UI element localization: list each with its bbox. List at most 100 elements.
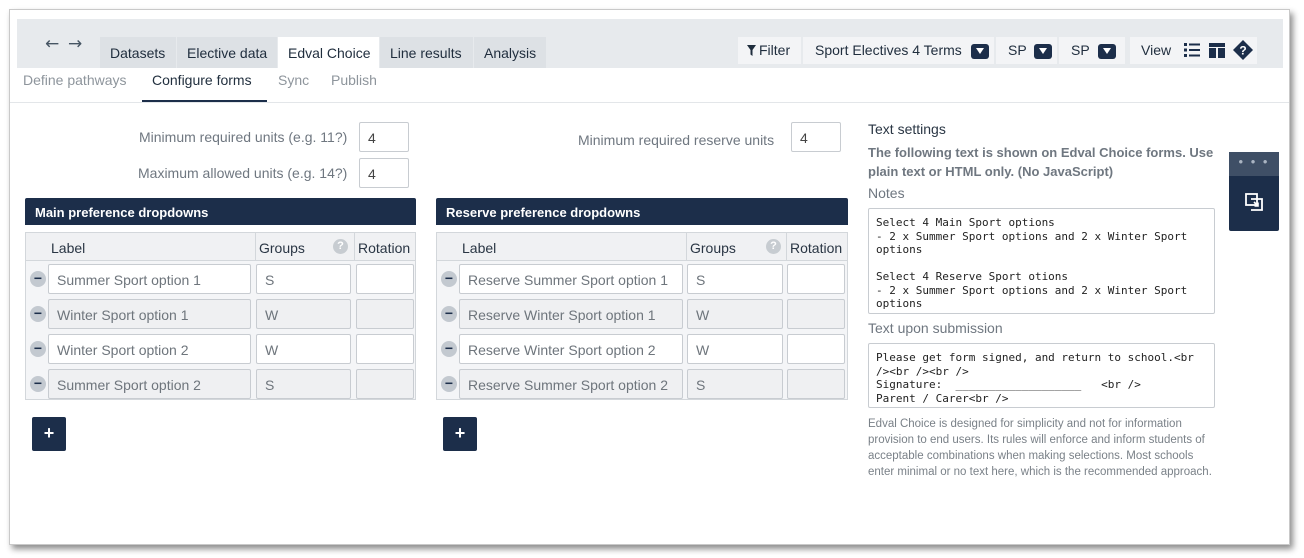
row-label-input[interactable]: Winter Sport option 1 <box>48 299 251 329</box>
tab-analysis[interactable]: Analysis <box>474 37 546 68</box>
max-units-input[interactable]: 4 <box>359 158 409 188</box>
minus-icon[interactable]: − <box>441 376 457 392</box>
minus-icon[interactable]: − <box>30 376 46 392</box>
minus-icon[interactable]: − <box>30 341 46 357</box>
row-label-input[interactable]: Reserve Winter Sport option 1 <box>459 299 683 329</box>
column-divider <box>255 233 256 261</box>
tab-edval-choice[interactable]: Edval Choice <box>278 37 379 68</box>
row-group-input[interactable]: W <box>687 334 783 364</box>
filter-label: Filter <box>759 42 791 58</box>
arrow-left-icon[interactable]: ← <box>45 34 59 54</box>
text-settings-footnote: Edval Choice is designed for simplicity … <box>868 418 1212 478</box>
subtab-define-pathways[interactable]: Define pathways <box>23 72 127 88</box>
main-preference-table: Label Groups ? Rotation − Summer Sport o… <box>25 232 416 400</box>
row-label-input[interactable]: Summer Sport option 2 <box>48 369 251 399</box>
table-row: − Reserve Winter Sport option 1 W <box>437 296 847 331</box>
divider <box>10 102 1289 103</box>
minus-icon[interactable]: − <box>441 271 457 287</box>
row-label-input[interactable]: Reserve Summer Sport option 1 <box>459 264 683 294</box>
notes-label: Notes <box>868 185 905 201</box>
column-rotation: Rotation <box>790 240 843 256</box>
add-main-row-button[interactable]: + <box>32 417 66 451</box>
minus-icon[interactable]: − <box>441 341 457 357</box>
subtab-configure-forms[interactable]: Configure forms <box>152 72 252 88</box>
list-icon[interactable] <box>1184 43 1200 57</box>
row-rotation-input[interactable] <box>787 334 845 364</box>
row-label-input[interactable]: Reserve Winter Sport option 2 <box>459 334 683 364</box>
row-rotation-input[interactable] <box>356 334 414 364</box>
minus-icon[interactable]: − <box>441 306 457 322</box>
table-row: − Summer Sport option 2 S <box>26 366 415 401</box>
row-rotation-input[interactable] <box>787 264 845 294</box>
row-rotation-input[interactable] <box>356 369 414 399</box>
row-group-input[interactable]: S <box>256 369 351 399</box>
notes-textarea[interactable]: Select 4 Main Sport options - 2 x Summer… <box>868 208 1215 314</box>
table-icon[interactable] <box>1209 43 1225 58</box>
minus-icon[interactable]: − <box>30 306 46 322</box>
svg-text:?: ? <box>1239 44 1246 58</box>
submission-textarea[interactable]: Please get form signed, and return to sc… <box>868 343 1215 408</box>
row-group-input[interactable]: W <box>256 299 351 329</box>
filter-button[interactable]: Filter <box>738 37 801 64</box>
column-divider <box>786 233 787 261</box>
max-units-label: Maximum allowed units (e.g. 14?) <box>138 165 348 181</box>
table-row: − Reserve Summer Sport option 1 S <box>437 261 847 296</box>
min-units-input[interactable]: 4 <box>359 122 409 152</box>
table-row: − Reserve Winter Sport option 2 W <box>437 331 847 366</box>
help-icon[interactable]: ? <box>766 239 781 254</box>
reserve-panel-header: Reserve preference dropdowns <box>436 198 848 225</box>
add-reserve-row-button[interactable]: + <box>443 417 477 451</box>
column-groups: Groups <box>259 240 305 256</box>
help-icon[interactable]: ? <box>1233 40 1253 60</box>
row-group-input[interactable]: S <box>256 264 351 294</box>
dataset-select[interactable]: Sport Electives 4 Terms <box>803 37 994 64</box>
row-group-input[interactable]: W <box>256 334 351 364</box>
min-reserve-units-input[interactable]: 4 <box>791 122 841 152</box>
help-icon[interactable]: ? <box>333 239 348 254</box>
column-divider <box>354 233 355 261</box>
min-units-label: Minimum required units (e.g. 11?) <box>139 129 348 145</box>
arrow-right-icon[interactable]: → <box>68 34 82 54</box>
row-label-input[interactable]: Reserve Summer Sport option 2 <box>459 369 683 399</box>
column-label: Label <box>462 240 497 256</box>
table-row: − Summer Sport option 1 S <box>26 261 415 296</box>
table-header: Label Groups ? Rotation <box>437 233 847 261</box>
row-rotation-input[interactable] <box>356 299 414 329</box>
row-group-input[interactable]: S <box>687 369 783 399</box>
reserve-preference-table: Label Groups ? Rotation − Reserve Summer… <box>436 232 848 400</box>
sp-select-2[interactable]: SP <box>1059 37 1125 64</box>
row-group-input[interactable]: S <box>687 264 783 294</box>
view-toolbar: View ? <box>1130 37 1257 64</box>
text-settings-title: Text settings <box>868 121 946 137</box>
column-groups: Groups <box>690 240 736 256</box>
submission-text-label: Text upon submission <box>868 320 1003 336</box>
row-label-input[interactable]: Summer Sport option 1 <box>48 264 251 294</box>
sp-select-1-value: SP <box>1008 42 1027 58</box>
column-divider <box>686 233 687 261</box>
chevron-down-icon <box>1034 44 1052 59</box>
tab-elective-data[interactable]: Elective data <box>177 37 277 68</box>
row-label-input[interactable]: Winter Sport option 2 <box>48 334 251 364</box>
minus-icon[interactable]: − <box>30 271 46 287</box>
row-group-input[interactable]: W <box>687 299 783 329</box>
more-options-icon[interactable]: • • • <box>1229 152 1279 176</box>
row-rotation-input[interactable] <box>787 299 845 329</box>
tab-line-results[interactable]: Line results <box>380 37 473 68</box>
chevron-down-icon <box>971 44 989 59</box>
dataset-select-value: Sport Electives 4 Terms <box>815 42 962 58</box>
text-settings-description: The following text is shown on Edval Cho… <box>868 145 1214 179</box>
row-rotation-input[interactable] <box>356 264 414 294</box>
view-button[interactable]: View <box>1141 42 1171 58</box>
column-rotation: Rotation <box>358 240 411 256</box>
subtab-publish[interactable]: Publish <box>331 72 377 88</box>
table-header: Label Groups ? Rotation <box>26 233 415 261</box>
table-row: − Winter Sport option 1 W <box>26 296 415 331</box>
top-nav: ← → Datasets Elective data Edval Choice … <box>17 19 1283 68</box>
copy-icon[interactable] <box>1245 193 1263 211</box>
tab-datasets[interactable]: Datasets <box>100 37 176 68</box>
app-window: ← → Datasets Elective data Edval Choice … <box>9 9 1290 545</box>
main-panel-header: Main preference dropdowns <box>25 198 416 225</box>
subtab-sync[interactable]: Sync <box>278 72 309 88</box>
row-rotation-input[interactable] <box>787 369 845 399</box>
sp-select-1[interactable]: SP <box>996 37 1057 64</box>
